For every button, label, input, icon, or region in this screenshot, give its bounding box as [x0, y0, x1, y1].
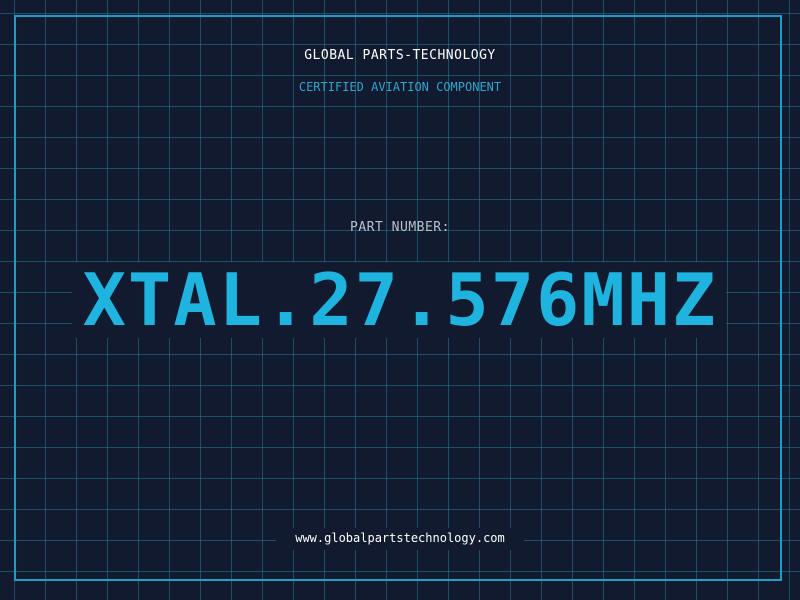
- part-number-label: PART NUMBER:: [350, 220, 450, 235]
- certification-tagline: CERTIFIED AVIATION COMPONENT: [298, 80, 502, 94]
- part-number-value: XTAL.27.576MHZ: [82, 258, 718, 342]
- company-name: GLOBAL PARTS-TECHNOLOGY: [304, 48, 496, 63]
- website-url[interactable]: www.globalpartstechnology.com: [0, 531, 800, 545]
